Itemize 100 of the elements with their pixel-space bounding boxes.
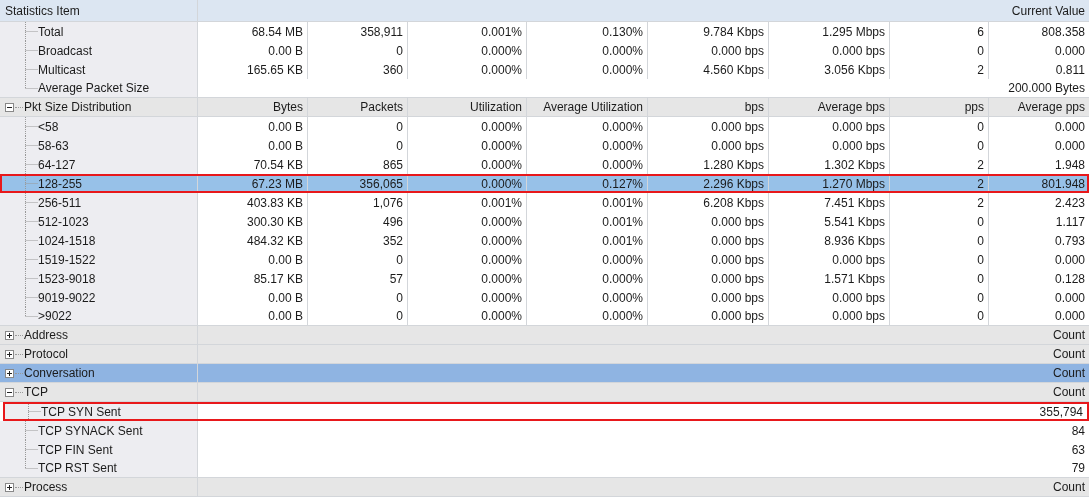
table-cell: 0.00 B: [197, 288, 307, 307]
table-cell: 68.54 MB: [197, 22, 307, 41]
table-cell: 0.000 bps: [768, 117, 889, 136]
column-header: Bytes: [197, 98, 307, 116]
table-row[interactable]: TCP SYNACK Sent 84: [0, 421, 1089, 440]
group-label: Pkt Size Distribution: [24, 100, 132, 114]
table-cell: 0: [889, 117, 988, 136]
group-row[interactable]: Process Count: [0, 478, 1089, 497]
table-row[interactable]: Total 68.54 MB 358,911 0.001% 0.130% 9.784 Kbps 1.295 Mbps 6 808.358: [0, 22, 1089, 41]
table-cell: 0: [889, 212, 988, 231]
table-cell: 2: [889, 193, 988, 212]
table-cell: 352: [307, 231, 407, 250]
expand-icon[interactable]: [5, 349, 14, 359]
table-cell: 0: [307, 41, 407, 60]
table-cell: 0.000%: [407, 212, 526, 231]
table-row[interactable]: Average Packet Size 200.000 Bytes: [0, 79, 1089, 98]
tree-line: [24, 41, 38, 60]
table-row[interactable]: >9022 0.00 B 0 0.000% 0.000% 0.000 bps 0.000 bps 0 0.000: [0, 307, 1089, 326]
table-row[interactable]: TCP FIN Sent 63: [0, 440, 1089, 459]
table-cell: 0.128: [988, 269, 1089, 288]
table-row[interactable]: 64-127 70.54 KB 865 0.000% 0.000% 1.280 Kbps 1.302 Kbps 2 1.948: [0, 155, 1089, 174]
expand-icon[interactable]: [5, 368, 14, 378]
tree-line: [24, 22, 38, 41]
table-cell: 0.000 bps: [647, 250, 768, 269]
expand-icon[interactable]: [5, 482, 14, 492]
table-cell: 1.948: [988, 155, 1089, 174]
row-label: 256-511: [38, 195, 82, 210]
table-cell: 0.000%: [407, 269, 526, 288]
table-cell: 6.208 Kbps: [647, 193, 768, 212]
table-row[interactable]: TCP SYN Sent 355,794: [3, 402, 1089, 421]
tree-line: [24, 136, 38, 155]
table-row[interactable]: 9019-9022 0.00 B 0 0.000% 0.000% 0.000 bps 0.000 bps 0 0.000: [0, 288, 1089, 307]
table-cell: 1,076: [307, 193, 407, 212]
group-row[interactable]: Conversation Count: [0, 364, 1089, 383]
table-cell: 2: [889, 60, 988, 79]
table-row[interactable]: Broadcast 0.00 B 0 0.000% 0.000% 0.000 bps 0.000 bps 0 0.000: [0, 41, 1089, 60]
collapse-icon[interactable]: [5, 102, 14, 112]
tree-line: [24, 174, 38, 193]
row-label: 128-255: [38, 176, 83, 191]
table-cell: 0.00 B: [197, 136, 307, 155]
tree-line: [24, 250, 38, 269]
table-cell: 0.000: [988, 136, 1089, 155]
table-cell: 0.000: [988, 288, 1089, 307]
table-cell: 0.000%: [407, 60, 526, 79]
table-cell: 4.560 Kbps: [647, 60, 768, 79]
table-cell: 5.541 Kbps: [768, 212, 889, 231]
table-cell: 2: [889, 155, 988, 174]
table-cell: 0.000%: [407, 117, 526, 136]
table-cell: 0: [889, 269, 988, 288]
table-cell: 6: [889, 22, 988, 41]
row-label: 58-63: [38, 138, 69, 153]
table-cell: 0.000: [988, 117, 1089, 136]
column-header: Count: [197, 364, 1089, 382]
column-header: Count: [197, 383, 1089, 401]
table-row[interactable]: Multicast 165.65 KB 360 0.000% 0.000% 4.560 Kbps 3.056 Kbps 2 0.811: [0, 60, 1089, 79]
row-label: 64-127: [38, 157, 76, 172]
column-header: pps: [889, 98, 988, 116]
column-header: Packets: [307, 98, 407, 116]
table-cell: 0.000%: [526, 60, 647, 79]
table-cell: 0.001%: [526, 212, 647, 231]
tree-line: [24, 269, 38, 288]
table-cell: 0: [307, 250, 407, 269]
collapse-icon[interactable]: [5, 387, 14, 397]
table-cell: 360: [307, 60, 407, 79]
table-cell: 0: [889, 288, 988, 307]
table-row[interactable]: 58-63 0.00 B 0 0.000% 0.000% 0.000 bps 0.000 bps 0 0.000: [0, 136, 1089, 155]
table-cell: 0.001%: [526, 193, 647, 212]
table-cell: 1.117: [988, 212, 1089, 231]
table-row[interactable]: 512-1023 300.30 KB 496 0.000% 0.001% 0.000 bps 5.541 Kbps 0 1.117: [0, 212, 1089, 231]
table-row[interactable]: 1519-1522 0.00 B 0 0.000% 0.000% 0.000 bps 0.000 bps 0 0.000: [0, 250, 1089, 269]
table-row[interactable]: 256-511 403.83 KB 1,076 0.001% 0.001% 6.208 Kbps 7.451 Kbps 2 2.423: [0, 193, 1089, 212]
table-row[interactable]: <58 0.00 B 0 0.000% 0.000% 0.000 bps 0.000 bps 0 0.000: [0, 117, 1089, 136]
column-header: Average pps: [988, 98, 1089, 116]
group-row[interactable]: Pkt Size Distribution Bytes Packets Utilization Average Utilization bps Average bps pps Average pps: [0, 98, 1089, 117]
table-cell: 1.302 Kbps: [768, 155, 889, 174]
group-row[interactable]: TCP Count: [0, 383, 1089, 402]
table-cell: 0.000%: [526, 41, 647, 60]
row-label: Average Packet Size: [38, 81, 150, 95]
table-row[interactable]: TCP RST Sent 79: [0, 459, 1089, 478]
table-cell: 0.000 bps: [768, 136, 889, 155]
tree-line: [24, 421, 38, 440]
table-cell: 0.000%: [407, 288, 526, 307]
expand-icon[interactable]: [5, 330, 14, 340]
row-label: 512-1023: [38, 214, 89, 229]
table-cell: 0.000%: [526, 250, 647, 269]
column-header: bps: [647, 98, 768, 116]
table-cell: 3.056 Kbps: [768, 60, 889, 79]
row-label: 1519-1522: [38, 252, 96, 267]
table-row[interactable]: 128-255 67.23 MB 356,065 0.000% 0.127% 2.296 Kbps 1.270 Mbps 2 801.948: [0, 174, 1089, 193]
row-label: Multicast: [38, 62, 86, 77]
table-row[interactable]: 1024-1518 484.32 KB 352 0.000% 0.001% 0.000 bps 8.936 Kbps 0 0.793: [0, 231, 1089, 250]
group-row[interactable]: Address Count: [0, 326, 1089, 345]
table-row[interactable]: 1523-9018 85.17 KB 57 0.000% 0.000% 0.000 bps 1.571 Kbps 0 0.128: [0, 269, 1089, 288]
table-cell: 0.000 bps: [768, 288, 889, 307]
group-row[interactable]: Protocol Count: [0, 345, 1089, 364]
table-cell: 0.000 bps: [647, 231, 768, 250]
column-header[interactable]: Current Value: [197, 0, 1089, 21]
column-header[interactable]: Statistics Item: [0, 0, 197, 21]
table-cell: 0.000 bps: [647, 212, 768, 231]
tree-line: [24, 117, 38, 136]
